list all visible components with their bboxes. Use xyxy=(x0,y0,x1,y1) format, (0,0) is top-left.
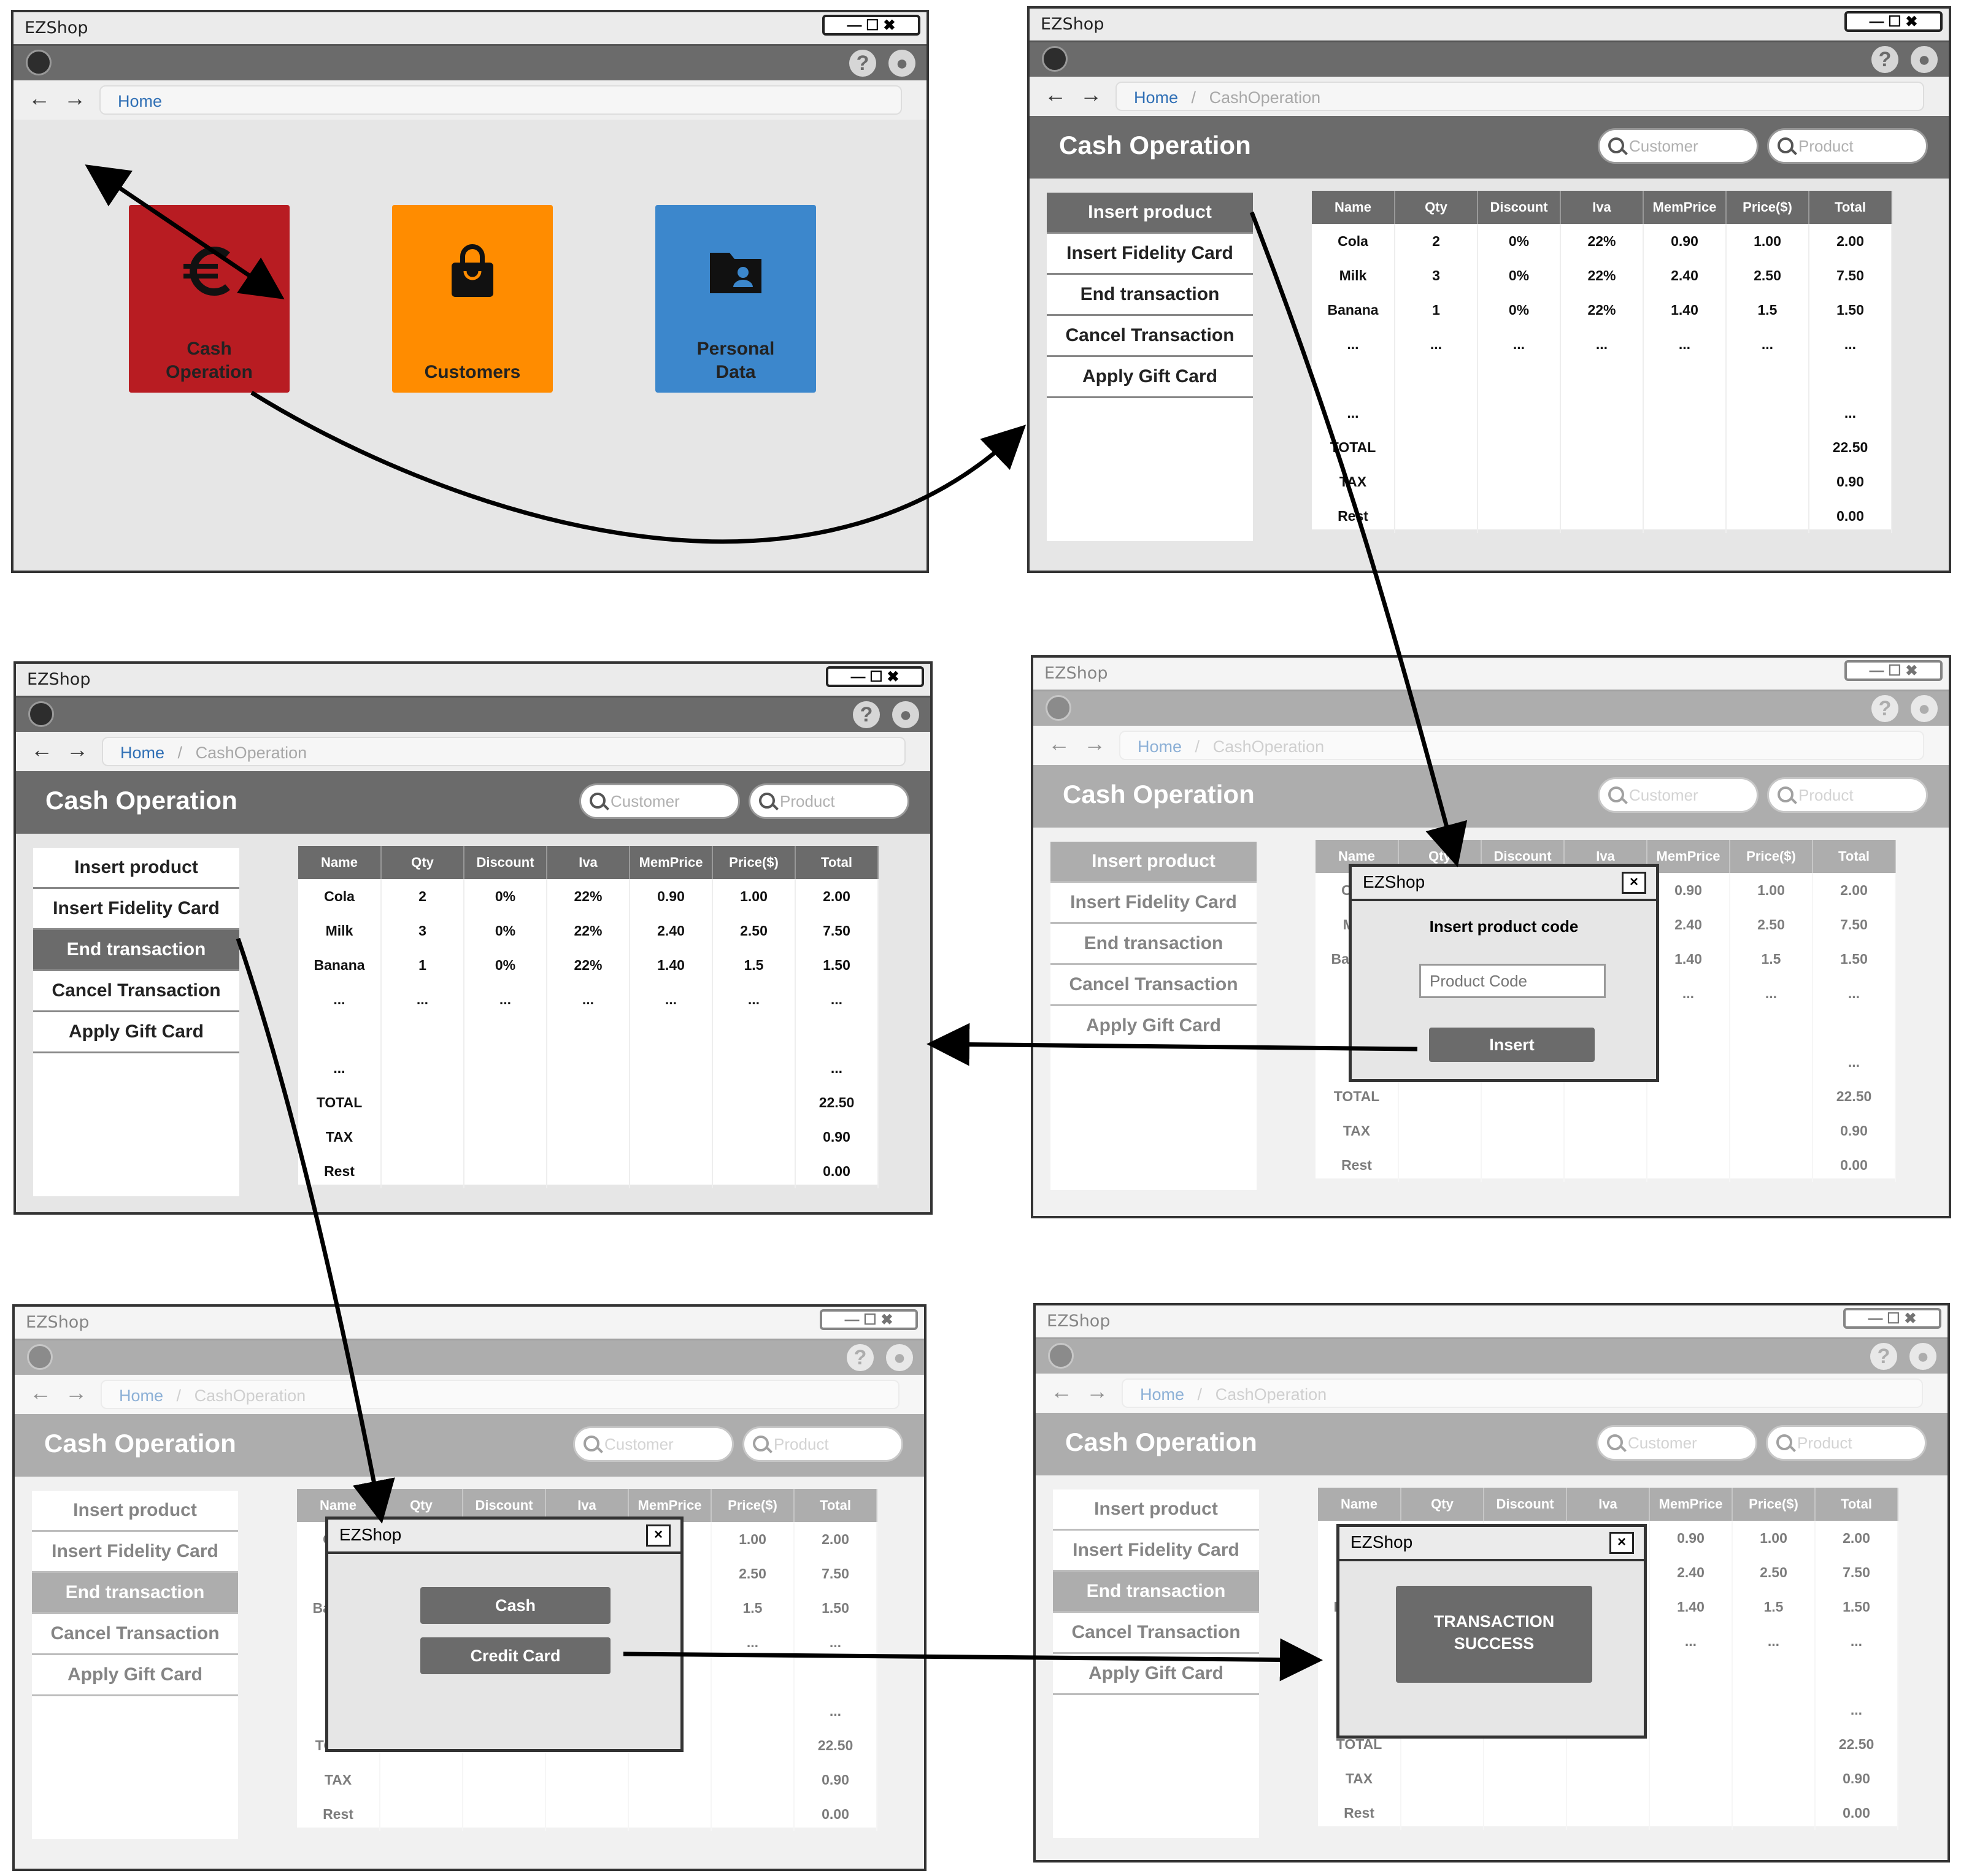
arrow-payment-to-success xyxy=(623,1638,1323,1682)
arrow-home-to-cash xyxy=(250,391,1027,544)
arrow-end-to-payment xyxy=(236,937,395,1524)
arrow-dialog-to-end xyxy=(927,1023,1418,1066)
arrow-enlarge xyxy=(85,164,285,299)
flow-arrows xyxy=(85,164,1468,1682)
arrow-insert-to-dialog xyxy=(1249,211,1468,867)
